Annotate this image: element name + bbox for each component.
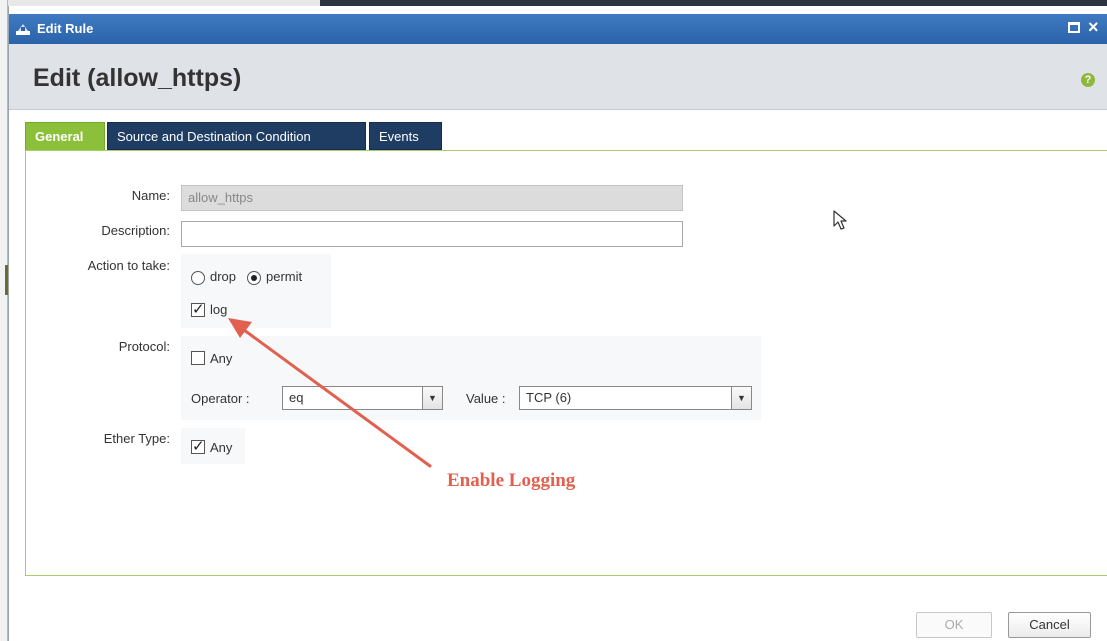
annotation-arrow (228, 318, 432, 468)
mouse-pointer-icon (833, 210, 847, 230)
annotation-label: Enable Logging (447, 470, 576, 491)
